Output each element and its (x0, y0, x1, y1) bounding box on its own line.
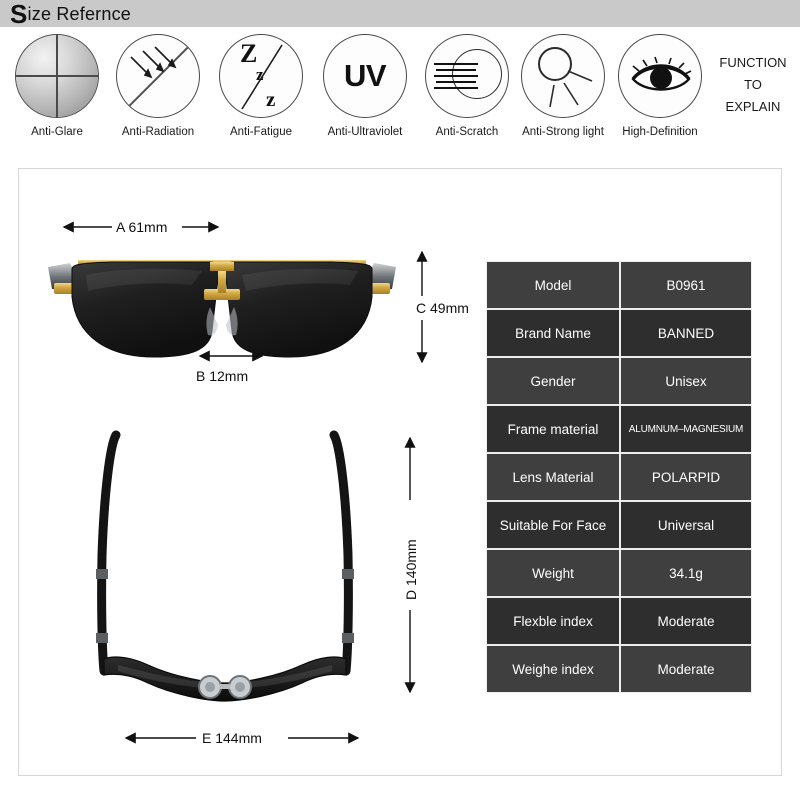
spec-table: Model B0961 Brand Name BANNED Gender Uni… (486, 261, 752, 693)
feature-anti-fatigue: Z z z Anti-Fatigue (212, 30, 310, 138)
eye-icon (618, 34, 702, 118)
feature-label: Anti-Ultraviolet (327, 126, 403, 138)
table-row: Gender Unisex (486, 357, 752, 405)
table-row: Weight 34.1g (486, 549, 752, 597)
table-row: Frame material ALUMNUM–MAGNESIUM (486, 405, 752, 453)
scratch-lines-icon (425, 34, 509, 118)
feature-anti-radiation: Anti-Radiation (109, 30, 207, 138)
dimension-a-label: A 61mm (116, 219, 168, 235)
dimension-b-label: B 12mm (196, 368, 249, 384)
spec-key: Frame material (486, 405, 620, 453)
function-note: FUNCTION TO EXPLAIN (706, 52, 800, 118)
spec-value: Unisex (620, 357, 752, 405)
spec-key: Lens Material (486, 453, 620, 501)
spec-key: Weight (486, 549, 620, 597)
spec-value: POLARPID (620, 453, 752, 501)
dimension-c-label: C 49mm (416, 300, 469, 316)
spec-key: Suitable For Face (486, 501, 620, 549)
feature-label: Anti-Fatigue (229, 126, 292, 138)
dimension-e-label: E 144mm (202, 730, 262, 746)
function-note-line2: TO (744, 77, 762, 92)
table-row: Flexble index Moderate (486, 597, 752, 645)
spec-key: Brand Name (486, 309, 620, 357)
feature-label: Anti-Strong light (522, 126, 604, 138)
function-note-line3: EXPLAIN (725, 99, 781, 114)
feature-label: Anti-Glare (31, 126, 83, 138)
spec-table-body: Model B0961 Brand Name BANNED Gender Uni… (486, 261, 752, 693)
page-title-capital: S (10, 0, 28, 29)
table-row: Brand Name BANNED (486, 309, 752, 357)
radiation-arrows-icon (116, 34, 200, 118)
spec-value: BANNED (620, 309, 752, 357)
table-row: Weighe index Moderate (486, 645, 752, 693)
uv-text-icon: UV (323, 34, 407, 118)
feature-label: Anti-Radiation (121, 126, 195, 138)
table-row: Lens Material POLARPID (486, 453, 752, 501)
spec-value: Moderate (620, 645, 752, 693)
sleep-zzz-icon: Z z z (219, 34, 303, 118)
table-row: Suitable For Face Universal (486, 501, 752, 549)
dimension-d-label: D 140mm (403, 539, 419, 600)
feature-anti-ultraviolet: UV Anti-Ultraviolet (316, 30, 414, 138)
feature-high-definition: High-Definition (611, 30, 709, 138)
feature-anti-scratch: Anti-Scratch (418, 30, 516, 138)
sunglasses-front-view (48, 260, 396, 358)
spec-key: Flexble index (486, 597, 620, 645)
page-title: Size Refernce (10, 1, 131, 27)
feature-label: High-Definition (622, 126, 698, 138)
feature-anti-glare: Anti-Glare (8, 30, 106, 138)
spec-value: Universal (620, 501, 752, 549)
feature-label: Anti-Scratch (435, 126, 499, 138)
feature-anti-strong-light: Anti-Strong light (514, 30, 612, 138)
infographic-root: Size Refernce Anti-Glare Anti-Radiation … (0, 0, 800, 800)
table-row: Model B0961 (486, 261, 752, 309)
spec-value: B0961 (620, 261, 752, 309)
feature-strip: Anti-Glare Anti-Radiation Z z z Anti-Fat… (0, 30, 800, 152)
function-note-line1: FUNCTION (719, 55, 787, 70)
spec-key: Weighe index (486, 645, 620, 693)
sun-rays-icon (521, 34, 605, 118)
spec-key: Model (486, 261, 620, 309)
page-title-rest: ize Refernce (27, 4, 131, 24)
glare-sphere-icon (15, 34, 99, 118)
spec-value: 34.1g (620, 549, 752, 597)
spec-value: Moderate (620, 597, 752, 645)
spec-value: ALUMNUM–MAGNESIUM (620, 405, 752, 453)
spec-key: Gender (486, 357, 620, 405)
sunglasses-top-view (96, 430, 354, 702)
